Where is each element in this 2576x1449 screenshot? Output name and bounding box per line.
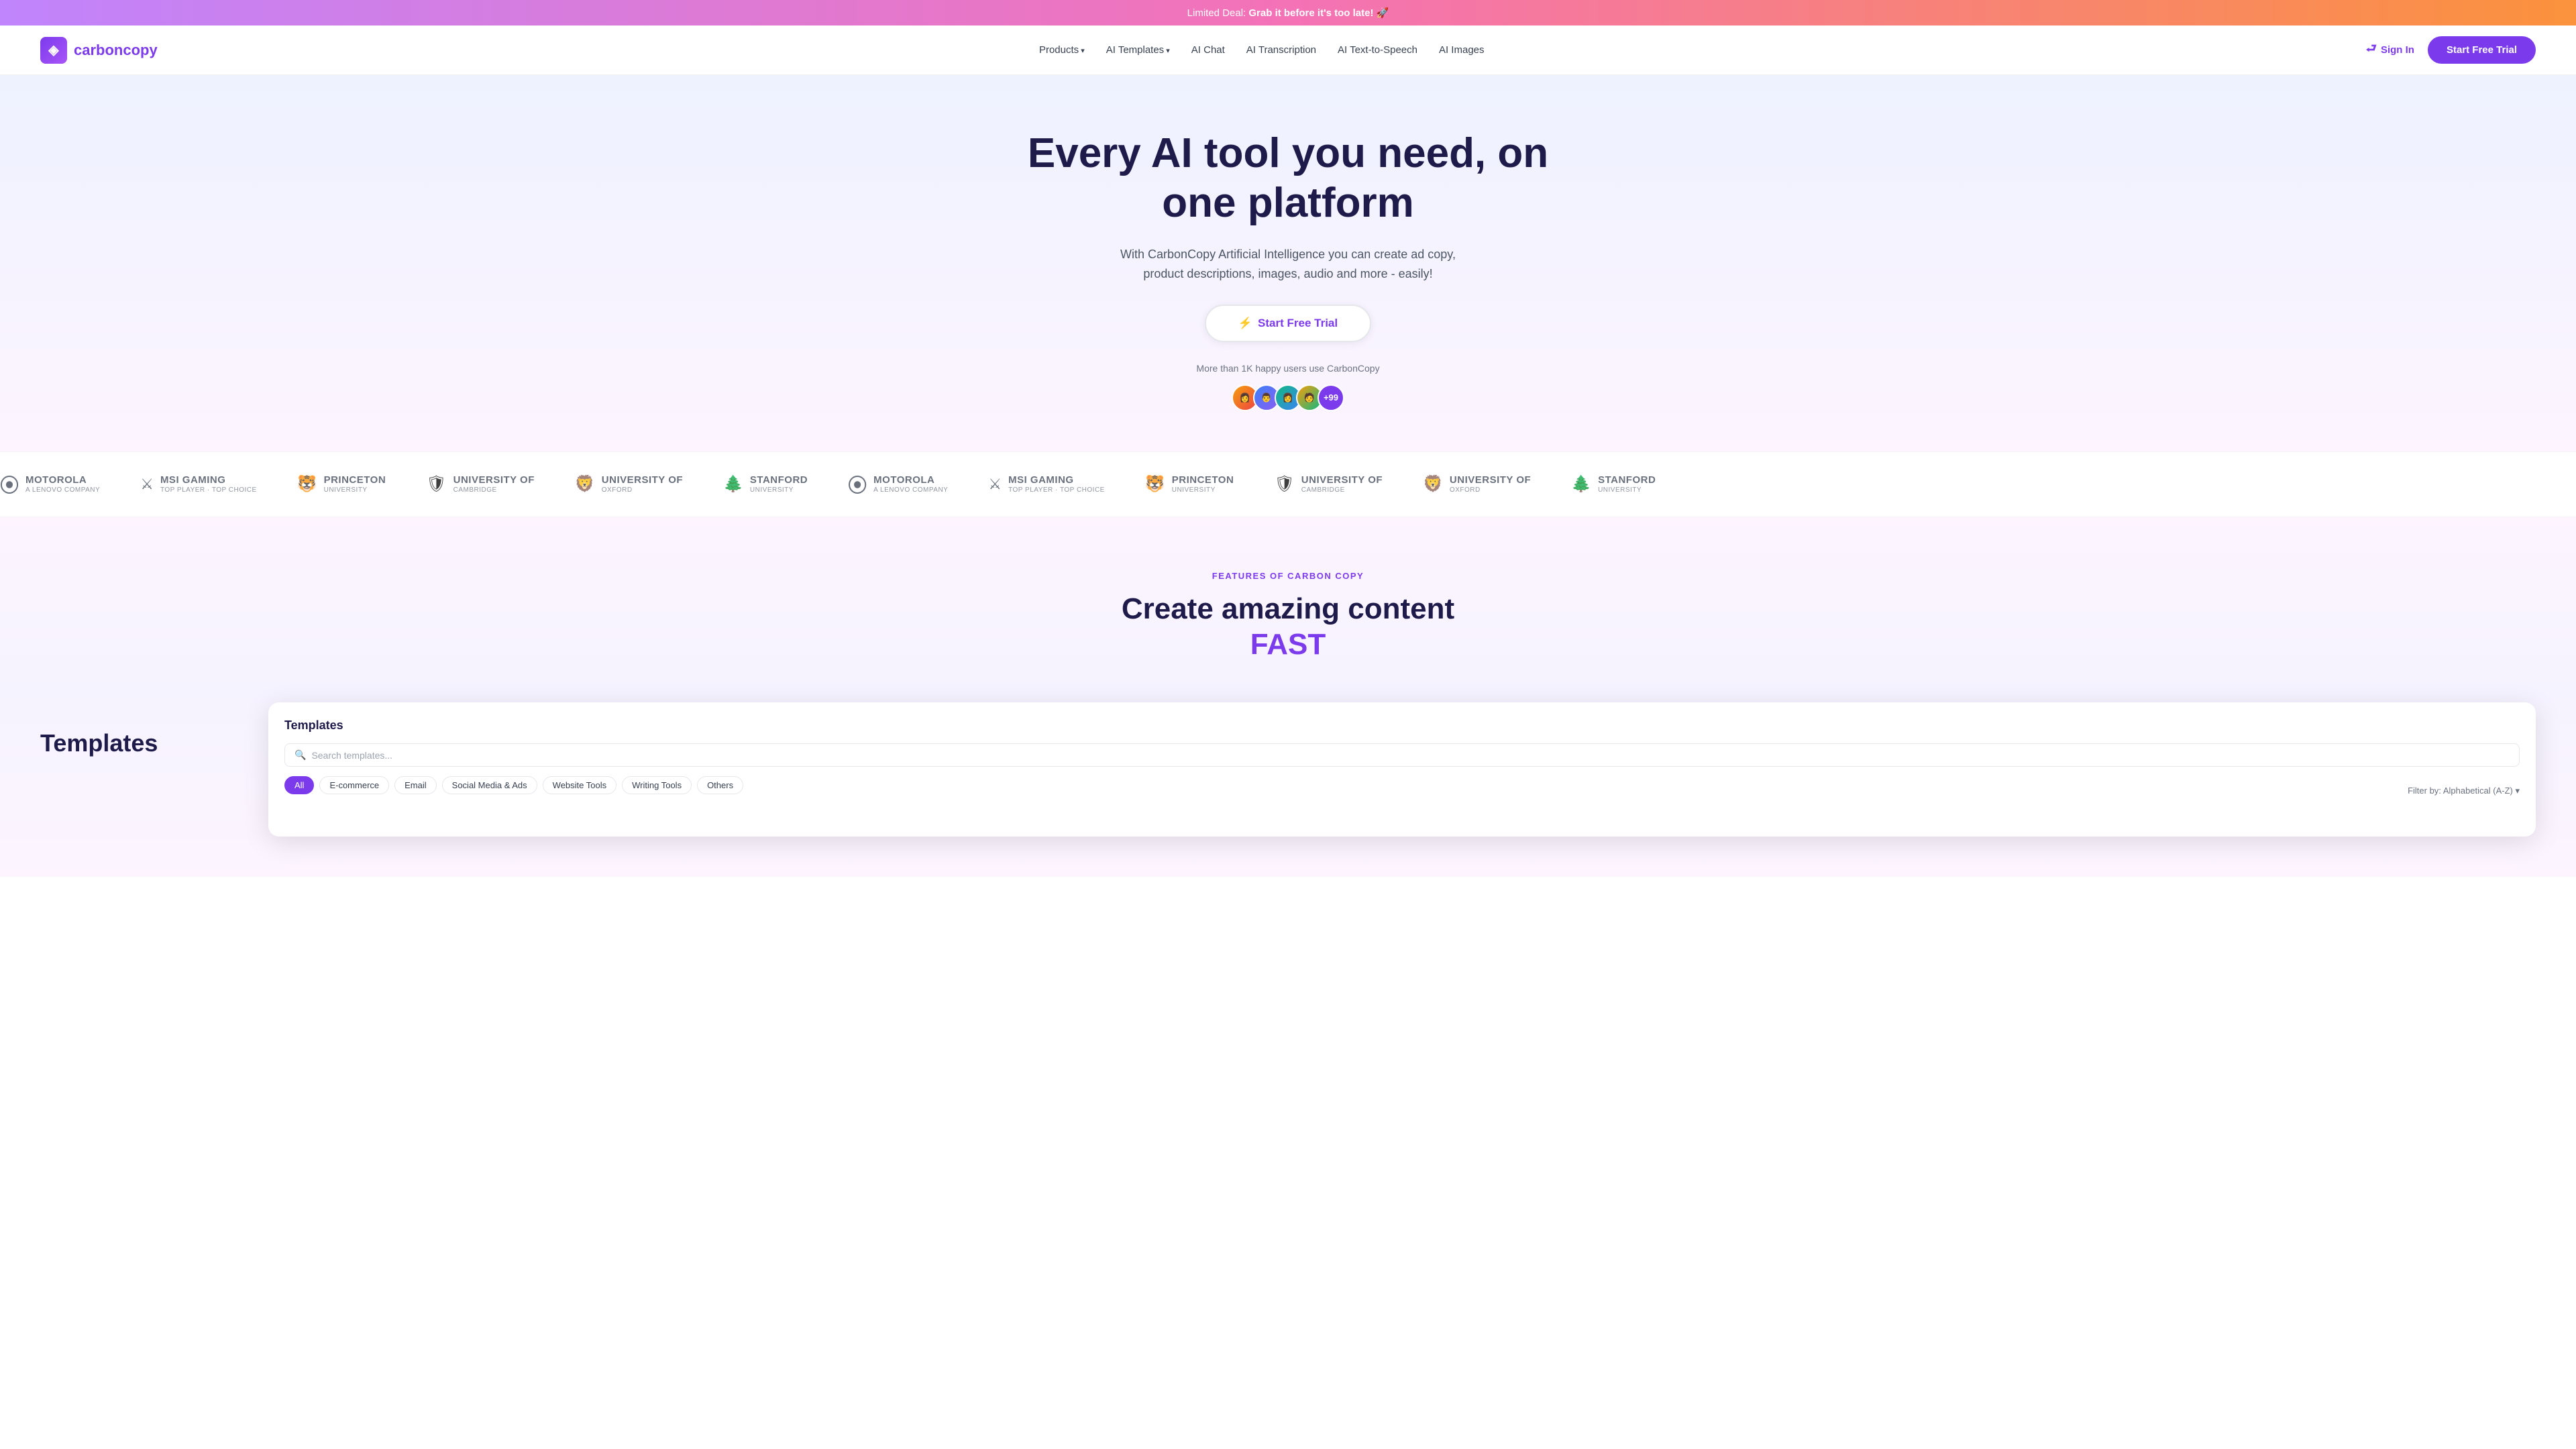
- nav-ai-images[interactable]: AI Images: [1439, 44, 1485, 56]
- hero-section: Every AI tool you need, on one platform …: [0, 75, 2576, 451]
- nav-ai-text-to-speech[interactable]: AI Text-to-Speech: [1338, 44, 1417, 56]
- templates-filter[interactable]: Filter by: Alphabetical (A-Z) ▾: [2408, 786, 2520, 796]
- stanford-symbol-2: 🌲: [1571, 474, 1591, 494]
- templates-preview-title: Templates: [284, 718, 2520, 733]
- banner-bold: Grab it before it's too late! 🚀: [1248, 7, 1389, 19]
- logo-princeton-1: 🐯 PRINCETON UNIVERSITY: [297, 474, 386, 494]
- top-banner: Limited Deal: Grab it before it's too la…: [0, 0, 2576, 25]
- nav-ai-transcription[interactable]: AI Transcription: [1246, 44, 1316, 56]
- tab-ecommerce[interactable]: E-commerce: [319, 776, 389, 794]
- social-proof: More than 1K happy users use CarbonCopy …: [13, 361, 2563, 411]
- logo-motorola-1: ⦿ motorola A Lenovo Company: [0, 471, 100, 498]
- logo-icon: ◈: [40, 37, 67, 64]
- logo-stanford-1: 🌲 Stanford University: [723, 474, 808, 494]
- features-heading-accent: FAST: [40, 627, 2536, 663]
- banner-text: Limited Deal:: [1187, 7, 1249, 19]
- templates-preview: Templates 🔍 Search templates... All E-co…: [268, 702, 2536, 837]
- cambridge-symbol-1: 🛡: [426, 474, 446, 494]
- logo[interactable]: ◈ carboncopy: [40, 37, 158, 64]
- hero-heading-line1: Every AI tool you need, on: [1028, 130, 1548, 176]
- oxford-symbol-1: 🦁: [575, 474, 595, 494]
- tab-social-media[interactable]: Social Media & Ads: [442, 776, 537, 794]
- logo-cambridge-2: 🛡 UNIVERSITY OF CAMBRIDGE: [1274, 474, 1383, 494]
- logo-stanford-2: 🌲 Stanford University: [1571, 474, 1656, 494]
- hero-subtext: With CarbonCopy Artificial Intelligence …: [1100, 245, 1476, 284]
- avatar-count: +99: [1318, 384, 1344, 411]
- templates-search[interactable]: 🔍 Search templates...: [284, 743, 2520, 767]
- logo-princeton-2: 🐯 PRINCETON UNIVERSITY: [1145, 474, 1234, 494]
- tab-website-tools[interactable]: Website Tools: [543, 776, 616, 794]
- navbar: ◈ carboncopy Products AI Templates AI Ch…: [0, 25, 2576, 75]
- sign-in-link[interactable]: ⮐ Sign In: [2366, 40, 2414, 60]
- logos-section: ⦿ motorola A Lenovo Company ⚔ MSI GAMING…: [0, 451, 2576, 517]
- logo-msi-1: ⚔ MSI GAMING TOP PLAYER · TOP CHOICE: [140, 474, 257, 494]
- templates-section-title: Templates: [40, 729, 228, 757]
- nav-ai-templates[interactable]: AI Templates: [1106, 44, 1170, 56]
- nav-trial-button[interactable]: Start Free Trial: [2428, 36, 2536, 64]
- nav-links: Products AI Templates AI Chat AI Transcr…: [1039, 44, 1485, 56]
- logo-oxford-1: 🦁 UNIVERSITY OF OXFORD: [575, 474, 683, 494]
- nav-right: ⮐ Sign In Start Free Trial: [2366, 36, 2536, 64]
- princeton-symbol-1: 🐯: [297, 474, 317, 494]
- social-proof-text: More than 1K happy users use CarbonCopy: [1100, 361, 1476, 376]
- sign-in-icon: ⮐: [2366, 40, 2377, 60]
- tab-others[interactable]: Others: [697, 776, 743, 794]
- msi-symbol-2: ⚔: [988, 476, 1002, 493]
- motorola-symbol-1: ⦿: [0, 471, 19, 498]
- hero-trial-button[interactable]: ⚡ Start Free Trial: [1205, 305, 1371, 342]
- tab-email[interactable]: Email: [394, 776, 437, 794]
- logo-msi-2: ⚔ MSI GAMING TOP PLAYER · TOP CHOICE: [988, 474, 1105, 494]
- logo-motorola-2: ⦿ motorola A Lenovo Company: [848, 471, 948, 498]
- hero-trial-label: Start Free Trial: [1258, 317, 1338, 330]
- templates-left: Templates: [40, 702, 228, 757]
- logo-text: carboncopy: [74, 42, 158, 59]
- templates-tabs: All E-commerce Email Social Media & Ads …: [284, 776, 743, 794]
- cambridge-symbol-2: 🛡: [1274, 474, 1294, 494]
- msi-symbol-1: ⚔: [140, 476, 154, 493]
- motorola-symbol-2: ⦿: [848, 471, 867, 498]
- templates-tabs-row: All E-commerce Email Social Media & Ads …: [284, 776, 2520, 805]
- avatars-group: 👩 👨 👩 🧑 +99: [13, 384, 2563, 411]
- features-heading-main: Create amazing content: [1122, 592, 1454, 625]
- hero-heading: Every AI tool you need, on one platform: [1020, 129, 1556, 229]
- princeton-symbol-2: 🐯: [1145, 474, 1165, 494]
- search-placeholder: Search templates...: [311, 750, 392, 761]
- features-heading: Create amazing content FAST: [40, 592, 2536, 663]
- logo-cambridge-1: 🛡 UNIVERSITY OF CAMBRIDGE: [426, 474, 535, 494]
- stanford-symbol-1: 🌲: [723, 474, 743, 494]
- features-tag: FEATURES OF CARBON COPY: [40, 571, 2536, 581]
- logos-track: ⦿ motorola A Lenovo Company ⚔ MSI GAMING…: [0, 471, 1656, 498]
- oxford-symbol-2: 🦁: [1423, 474, 1443, 494]
- tab-all[interactable]: All: [284, 776, 314, 794]
- logo-oxford-2: 🦁 UNIVERSITY OF OXFORD: [1423, 474, 1531, 494]
- sign-in-label: Sign In: [2381, 44, 2414, 56]
- templates-section: Templates Templates 🔍 Search templates..…: [0, 689, 2576, 877]
- lightning-icon: ⚡: [1238, 317, 1252, 330]
- nav-products[interactable]: Products: [1039, 44, 1085, 56]
- features-section: FEATURES OF CARBON COPY Create amazing c…: [0, 517, 2576, 690]
- tab-writing-tools[interactable]: Writing Tools: [622, 776, 692, 794]
- search-icon: 🔍: [294, 749, 306, 761]
- hero-heading-line2: one platform: [1162, 180, 1413, 226]
- nav-ai-chat[interactable]: AI Chat: [1191, 44, 1225, 56]
